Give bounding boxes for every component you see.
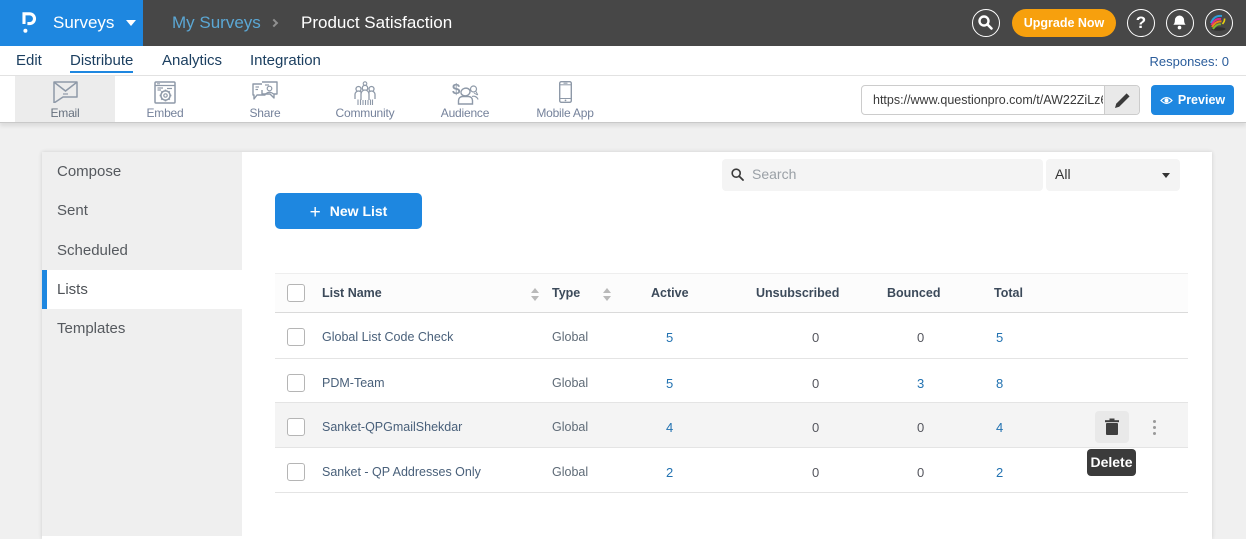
svg-text:$: $ xyxy=(452,81,461,98)
